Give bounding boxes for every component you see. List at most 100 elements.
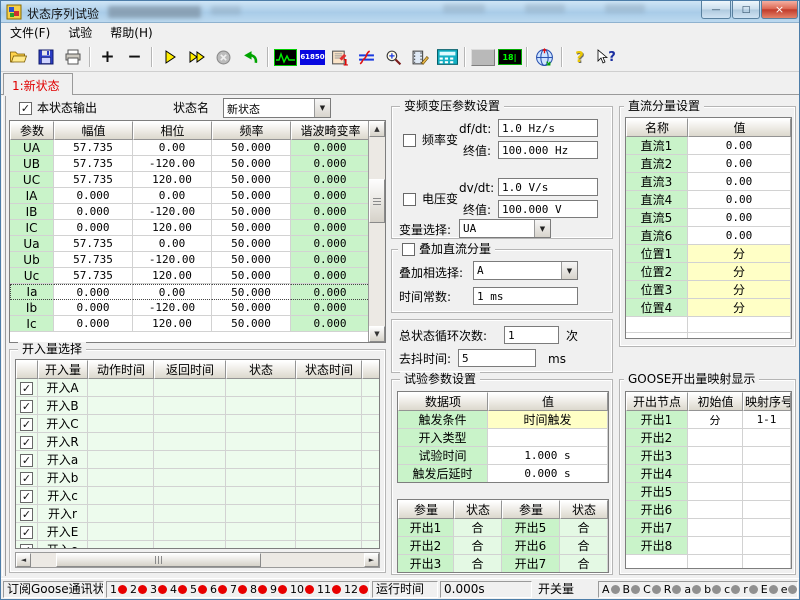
analog-row[interactable]: Uc57.735120.0050.0000.000 — [10, 268, 370, 284]
cell[interactable]: 0.000 — [291, 316, 370, 332]
cell[interactable]: 开出6 — [502, 537, 560, 555]
cell[interactable] — [743, 429, 791, 447]
input-row[interactable]: ✓开入e — [16, 541, 380, 549]
cell[interactable]: 120.00 — [133, 172, 212, 188]
scroll-thumb[interactable] — [56, 553, 261, 567]
cell[interactable]: 合 — [560, 555, 608, 573]
col-header[interactable]: 相位 — [133, 121, 212, 140]
cell[interactable]: Ua — [10, 236, 54, 252]
cell[interactable] — [743, 555, 791, 569]
cell[interactable]: 57.735 — [54, 156, 133, 172]
cell[interactable]: Ic — [10, 316, 54, 332]
cell[interactable]: 开出1 — [398, 519, 454, 537]
cell[interactable]: Ub — [10, 252, 54, 268]
menu-test[interactable]: 试验 — [59, 24, 101, 43]
col-header[interactable]: 映射 — [362, 360, 380, 379]
cell[interactable] — [688, 465, 743, 483]
input-row[interactable]: ✓开入r — [16, 505, 380, 523]
cell[interactable]: 0.00 — [688, 155, 791, 173]
cell[interactable] — [296, 397, 362, 415]
input-row[interactable]: ✓开入B1- — [16, 397, 380, 415]
cell[interactable] — [226, 433, 296, 451]
goose-row[interactable]: 开出3 — [626, 447, 791, 465]
cell[interactable]: 0.000 — [291, 140, 370, 156]
cell[interactable]: 分 — [688, 245, 791, 263]
cell[interactable]: 0.00 — [688, 173, 791, 191]
add-state-button[interactable]: + — [94, 45, 121, 70]
cell[interactable]: 57.735 — [54, 268, 133, 284]
cell[interactable] — [154, 451, 226, 469]
cell[interactable] — [88, 487, 154, 505]
cell[interactable] — [88, 469, 154, 487]
analog-row[interactable]: Ib0.000-120.0050.0000.000 — [10, 300, 370, 316]
col-header[interactable]: 开入量 — [38, 360, 88, 379]
time-const-input[interactable] — [473, 287, 578, 305]
cell[interactable]: 分 — [688, 281, 791, 299]
horizontal-scrollbar[interactable]: ◄ ► — [15, 552, 380, 568]
goose-row[interactable]: 开出7 — [626, 519, 791, 537]
goose-row[interactable]: 开出4 — [626, 465, 791, 483]
cell[interactable] — [743, 465, 791, 483]
param-row[interactable]: 开入类型 — [398, 429, 608, 447]
input-row[interactable]: ✓开入C1- — [16, 415, 380, 433]
cell[interactable] — [154, 487, 226, 505]
cell[interactable]: IC — [10, 220, 54, 236]
cell[interactable]: ✓ — [16, 379, 38, 397]
cell[interactable]: 合 — [560, 519, 608, 537]
chevron-down-icon[interactable]: ▼ — [314, 99, 330, 117]
dc-row[interactable]: 直流50.00 — [626, 209, 791, 227]
chevron-down-icon[interactable]: ▼ — [534, 220, 550, 237]
row-checkbox[interactable]: ✓ — [20, 508, 33, 521]
scroll-up-icon[interactable]: ▲ — [369, 121, 385, 137]
cell[interactable]: 合 — [454, 555, 502, 573]
cell[interactable] — [154, 379, 226, 397]
scroll-thumb[interactable] — [369, 179, 385, 223]
cell[interactable]: 位置4 — [626, 299, 688, 317]
cell[interactable]: UA — [10, 140, 54, 156]
cell[interactable]: IA — [10, 188, 54, 204]
goose-row[interactable]: 开出2 — [626, 429, 791, 447]
row-checkbox[interactable]: ✓ — [20, 544, 33, 550]
phase-select[interactable]: A ▼ — [473, 261, 578, 280]
cell[interactable] — [226, 451, 296, 469]
menu-help[interactable]: 帮助(H) — [101, 24, 161, 43]
col-header[interactable]: 返回时间 — [154, 360, 226, 379]
cell[interactable]: 57.735 — [54, 140, 133, 156]
digital-display-button[interactable]: 18| — [496, 45, 523, 70]
cell[interactable] — [362, 451, 380, 469]
cell[interactable]: 0.000 — [291, 220, 370, 236]
cell[interactable]: 0.00 — [133, 140, 212, 156]
cell[interactable]: 位置3 — [626, 281, 688, 299]
cell[interactable]: 0.000 — [54, 204, 133, 220]
cell[interactable]: UB — [10, 156, 54, 172]
cell[interactable] — [154, 505, 226, 523]
stop-button[interactable] — [210, 45, 237, 70]
help-button[interactable]: ? — [566, 45, 593, 70]
input-row[interactable]: ✓开入A1- — [16, 379, 380, 397]
cell[interactable] — [88, 415, 154, 433]
cell[interactable]: 50.000 — [212, 156, 291, 172]
cell[interactable]: 0.000 — [291, 268, 370, 284]
cell[interactable] — [154, 415, 226, 433]
cell[interactable]: 50.000 — [212, 140, 291, 156]
cell[interactable]: 50.000 — [212, 188, 291, 204]
cell[interactable]: 开入b — [38, 469, 88, 487]
cell[interactable]: ✓ — [16, 523, 38, 541]
cell[interactable] — [743, 483, 791, 501]
cell[interactable]: 120.00 — [133, 316, 212, 332]
cell[interactable] — [296, 469, 362, 487]
analog-row[interactable]: Ua57.7350.0050.0000.000 — [10, 236, 370, 252]
cell[interactable]: 开出5 — [502, 519, 560, 537]
cell[interactable] — [688, 519, 743, 537]
cell[interactable] — [296, 451, 362, 469]
cell[interactable]: IB — [10, 204, 54, 220]
cell[interactable]: 直流3 — [626, 173, 688, 191]
cell[interactable]: 0.000 — [291, 236, 370, 252]
cell[interactable] — [226, 469, 296, 487]
cell[interactable]: 开出2 — [398, 537, 454, 555]
run-all-button[interactable] — [183, 45, 210, 70]
remove-state-button[interactable]: − — [121, 45, 148, 70]
cell[interactable] — [226, 397, 296, 415]
cell[interactable]: ✓ — [16, 469, 38, 487]
cell[interactable]: 0.00 — [133, 188, 212, 204]
